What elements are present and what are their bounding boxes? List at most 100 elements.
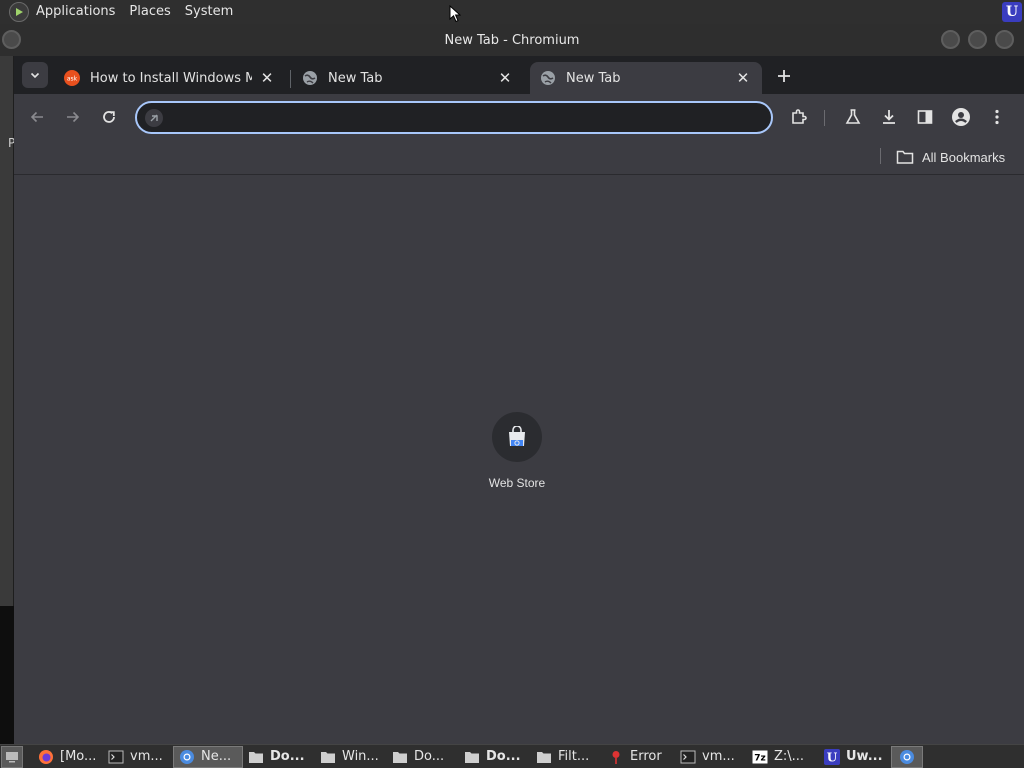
chromium-icon <box>179 749 195 765</box>
task-label: Ne... <box>201 749 232 764</box>
task-folder-3[interactable]: Do... <box>387 746 459 768</box>
task-chromium[interactable]: Ne... <box>173 745 243 768</box>
tab-strip: ask How to Install Windows Media ✕ New T… <box>14 56 1024 94</box>
task-folder-5[interactable]: Filt... <box>531 746 603 768</box>
chevron-down-icon <box>30 72 40 79</box>
folder-icon <box>392 749 408 765</box>
chromium-icon <box>899 749 915 765</box>
minimize-button[interactable] <box>941 30 960 49</box>
reload-icon <box>103 111 115 123</box>
new-tab-page: Web Store <box>14 176 1024 744</box>
gnome-foot-icon[interactable] <box>9 2 29 22</box>
task-firefox[interactable]: [Mo... <box>33 746 103 768</box>
account-icon <box>952 108 970 126</box>
task-terminal-2[interactable]: vm... <box>675 746 747 768</box>
task-label: Do... <box>414 749 445 764</box>
taskbar: [Mo... vm... Ne... Do... Win... Do... Do… <box>0 744 1024 768</box>
firefox-icon <box>38 749 54 765</box>
tab-title: New Tab <box>566 70 621 86</box>
tab-title: How to Install Windows Media <box>90 70 252 86</box>
task-error[interactable]: Error <box>603 746 675 768</box>
downloads-button[interactable] <box>877 105 901 129</box>
window-titlebar[interactable]: New Tab - Chromium <box>0 24 1024 56</box>
tab-new-tab-active[interactable]: New Tab ✕ <box>530 62 762 94</box>
tab-new-tab-1[interactable]: New Tab ✕ <box>292 62 524 94</box>
menu-places[interactable]: Places <box>122 0 177 24</box>
more-vertical-icon <box>995 109 999 125</box>
folder-icon <box>896 150 914 164</box>
folder-icon <box>464 749 480 765</box>
desktop-icon <box>6 751 18 762</box>
task-label: Do... <box>486 749 521 764</box>
address-input[interactable] <box>169 107 759 129</box>
maximize-button[interactable] <box>968 30 987 49</box>
all-bookmarks-button[interactable]: All Bookmarks <box>896 145 1005 169</box>
svg-text:7z: 7z <box>754 753 766 763</box>
svg-text:ask: ask <box>67 76 78 83</box>
plus-icon <box>778 70 790 82</box>
back-button[interactable] <box>25 105 49 129</box>
task-terminal-1[interactable]: vm... <box>103 746 173 768</box>
task-uwp[interactable]: U Uw... <box>819 746 891 768</box>
extensions-button[interactable] <box>787 105 811 129</box>
globe-icon <box>302 70 318 86</box>
menu-applications[interactable]: Applications <box>29 0 122 24</box>
terminal-icon <box>108 749 124 765</box>
task-label: vm... <box>130 749 163 764</box>
folder-icon <box>536 749 552 765</box>
task-label: Filt... <box>558 749 590 764</box>
globe-icon <box>540 70 556 86</box>
shortcut-tile[interactable] <box>492 412 542 462</box>
task-7zip[interactable]: 7z Z:\... <box>747 746 819 768</box>
forward-button[interactable] <box>61 105 85 129</box>
puzzle-icon <box>792 109 807 124</box>
search-engine-icon[interactable] <box>145 109 163 127</box>
shortcut-label: Web Store <box>488 476 546 490</box>
terminal-icon <box>680 749 696 765</box>
mouse-cursor-icon <box>449 5 461 23</box>
close-window-button[interactable] <box>995 30 1014 49</box>
show-desktop-button[interactable] <box>1 745 23 768</box>
task-label: Win... <box>342 749 379 764</box>
window-menu-button[interactable] <box>2 30 21 49</box>
shortcut-web-store[interactable]: Web Store <box>477 412 557 490</box>
menu-button[interactable] <box>985 105 1009 129</box>
omnibox[interactable] <box>135 101 773 134</box>
task-label: [Mo... <box>60 749 97 764</box>
chromium-window: New Tab - Chromium ask How to Install Wi… <box>0 24 1024 744</box>
labs-button[interactable] <box>841 105 865 129</box>
task-folder-1[interactable]: Do... <box>243 746 315 768</box>
profile-button[interactable] <box>949 105 973 129</box>
tab-search-button[interactable] <box>22 62 48 88</box>
toolbar <box>14 94 1024 140</box>
all-bookmarks-label: All Bookmarks <box>922 149 1006 165</box>
task-label: Z:\... <box>774 749 805 764</box>
folder-icon <box>248 749 264 765</box>
uwp-icon: U <box>824 748 840 765</box>
reload-button[interactable] <box>97 105 121 129</box>
uwp-tray-icon[interactable]: U <box>1002 2 1022 22</box>
task-folder-4[interactable]: Do... <box>459 746 531 768</box>
folder-icon <box>320 749 336 765</box>
close-tab-icon[interactable]: ✕ <box>734 69 752 87</box>
side-panel-button[interactable] <box>913 105 937 129</box>
task-folder-2[interactable]: Win... <box>315 746 387 768</box>
task-chromium-2[interactable] <box>891 745 923 768</box>
menu-system[interactable]: System <box>178 0 240 24</box>
new-tab-button[interactable] <box>772 64 796 88</box>
flask-icon <box>845 109 861 124</box>
close-tab-icon[interactable]: ✕ <box>258 69 276 87</box>
7zip-icon: 7z <box>752 749 768 765</box>
task-label: Do... <box>270 749 305 764</box>
web-store-icon <box>509 426 525 446</box>
svg-text:U: U <box>827 750 838 764</box>
panel-menu: Applications Places System <box>29 0 240 24</box>
background-window[interactable]: P <box>0 24 15 606</box>
side-panel-icon <box>917 110 933 124</box>
window-title: New Tab - Chromium <box>444 32 580 48</box>
bookmarks-bar: All Bookmarks <box>14 140 1024 175</box>
error-icon <box>608 749 624 765</box>
ask-icon: ask <box>64 70 80 86</box>
tab-how-to-install[interactable]: ask How to Install Windows Media ✕ <box>54 62 286 94</box>
close-tab-icon[interactable]: ✕ <box>496 69 514 87</box>
